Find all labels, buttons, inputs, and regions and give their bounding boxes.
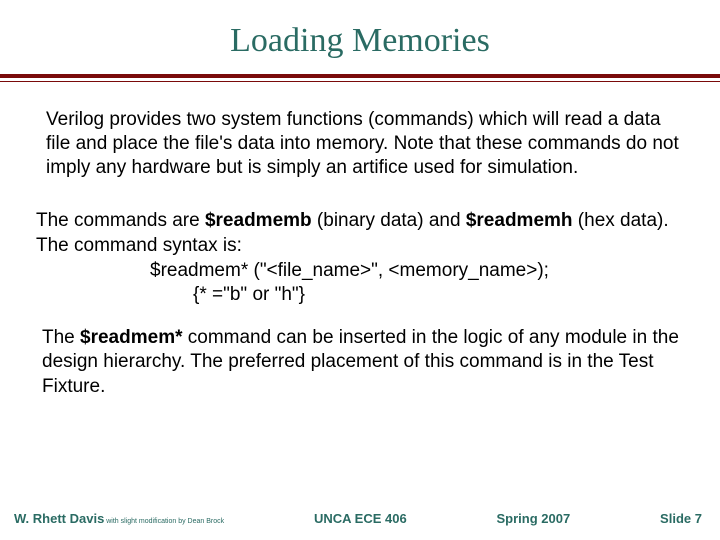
footer-author: W. Rhett Davis [14,511,104,526]
footer: W. Rhett Davis with slight modification … [0,511,720,526]
footer-author-block: W. Rhett Davis with slight modification … [14,511,224,526]
footer-modification: with slight modification by Dean Brock [104,518,224,525]
readmemh-cmd: $readmemh [466,210,573,231]
text: The commands are [36,210,205,231]
readmem-star-cmd: $readmem* [80,327,182,348]
syntax-line-2: {* ="b" or "h"} [0,282,720,306]
syntax-line-1: $readmem* ("<file_name>", <memory_name>)… [0,258,720,282]
intro-paragraph: Verilog provides two system functions (c… [0,82,720,179]
footer-term: Spring 2007 [497,511,571,526]
slide-title: Loading Memories [0,0,720,74]
text: (binary data) and [312,210,466,231]
rule-thick [0,74,720,78]
text: The [42,327,80,348]
readmemb-cmd: $readmemb [205,210,312,231]
placement-paragraph: The $readmem* command can be inserted in… [0,306,720,399]
commands-paragraph: The commands are $readmemb (binary data)… [0,179,720,258]
footer-course: UNCA ECE 406 [314,511,407,526]
footer-slide: Slide 7 [660,511,702,526]
